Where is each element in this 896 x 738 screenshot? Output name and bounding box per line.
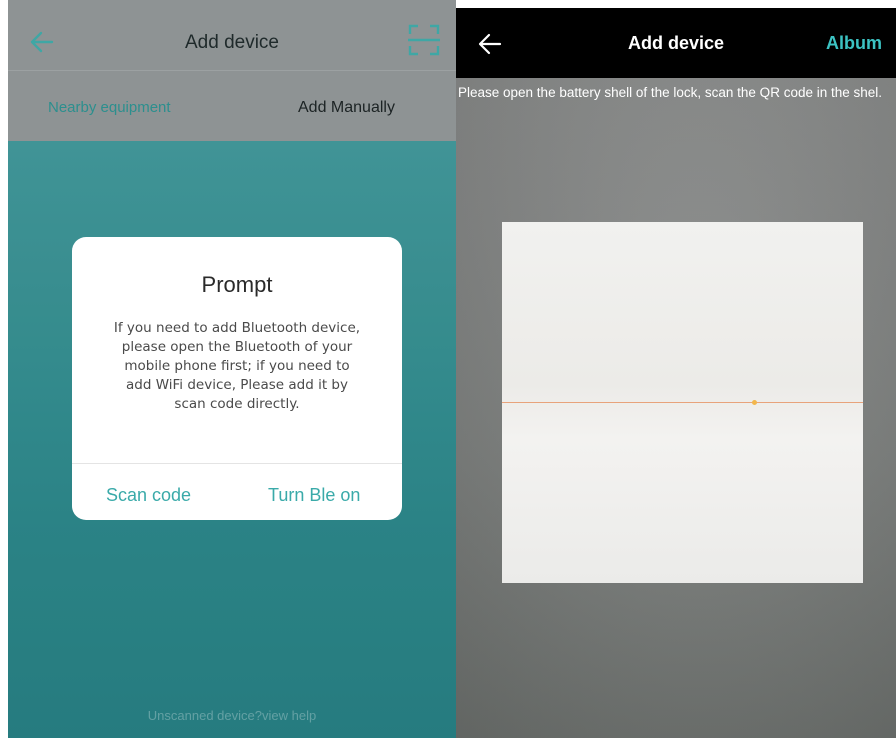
divider xyxy=(72,463,402,464)
dialog-title: Prompt xyxy=(201,272,273,297)
album-button[interactable]: Album xyxy=(826,33,882,54)
scan-line xyxy=(502,402,863,403)
left-header-bar: Add device xyxy=(8,0,456,70)
scan-instructions: Please open the battery shell of the loc… xyxy=(458,85,883,100)
view-help-link[interactable]: Unscanned device?view help xyxy=(8,708,456,723)
scan-line-indicator xyxy=(752,400,757,405)
page-title: Add device xyxy=(184,32,279,53)
qr-scan-frame xyxy=(502,222,863,583)
qr-scanner-screen: Add device Album Please open the battery… xyxy=(456,8,896,738)
dialog-message: If you need to add Bluetooth device, ple… xyxy=(113,320,361,412)
tab-add-manually[interactable]: Add Manually xyxy=(298,99,395,117)
scan-code-button[interactable]: Scan code xyxy=(106,485,191,506)
tab-nearby-equipment[interactable]: Nearby equipment xyxy=(48,99,171,116)
right-header-bar: Add device Album xyxy=(456,8,896,78)
top-gap xyxy=(456,0,896,8)
turn-ble-on-button[interactable]: Turn Ble on xyxy=(268,485,360,506)
prompt-dialog: Prompt If you need to add Bluetooth devi… xyxy=(72,237,402,520)
tab-bar: Nearby equipment Add Manually xyxy=(8,70,456,141)
qr-scan-icon[interactable] xyxy=(406,22,442,58)
nearby-equipment-screen: Add device Nearby equipment Add Manually… xyxy=(8,0,456,738)
